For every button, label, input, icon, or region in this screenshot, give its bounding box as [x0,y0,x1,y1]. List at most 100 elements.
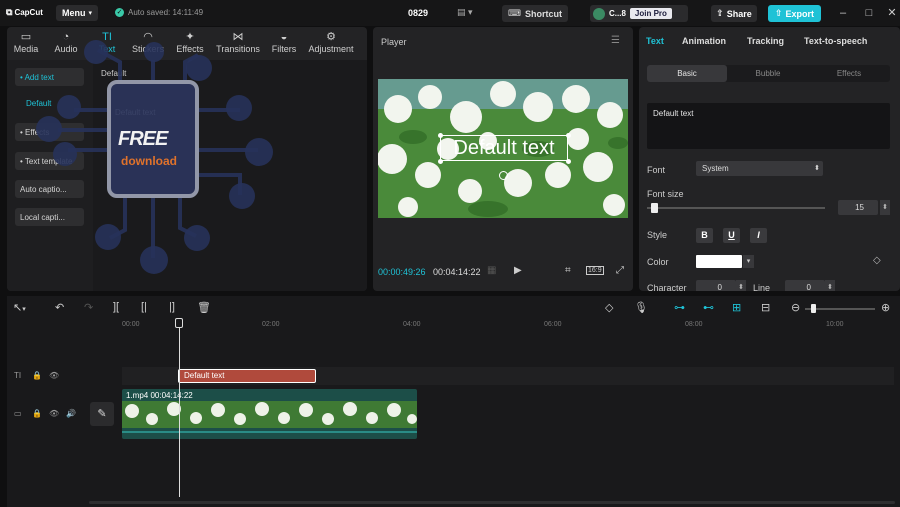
subtab-effects[interactable]: Effects [809,65,889,82]
font-size-slider[interactable] [647,207,825,209]
zoom-out-icon[interactable]: ⊖ [791,301,800,314]
edit-cover-icon[interactable]: ✎ [90,402,114,426]
microphone-icon[interactable]: 🎙 [634,301,648,314]
overlay-text-box[interactable]: Default text [440,135,568,161]
shortcut-button[interactable]: ⌨ Shortcut [502,5,568,22]
time-ruler[interactable]: 00:00 02:00 04:00 06:00 08:00 10:00 [122,321,892,332]
color-swatch[interactable] [696,255,742,268]
tab-animation[interactable]: Animation [682,36,726,46]
link-clips-icon[interactable]: ⊷ [703,301,714,314]
timeline-panel: ↖▾ ↶ ↷ ][ [| |] 🗑 ◇ 🎙 ⊶ ⊷ ⊞ ⊟ ⊖ ⊕ 00:00 … [7,296,900,507]
keyframe-diamond-icon[interactable]: ◇ [873,255,881,266]
undo-icon[interactable]: ↶ [55,301,64,314]
slider-handle[interactable] [651,203,658,213]
lock-icon[interactable]: 🔒 [32,409,42,418]
expand-icon[interactable]: ⤢ [616,265,624,276]
split-left-icon[interactable]: [| [141,301,147,313]
tab-text[interactable]: TI Text [87,27,127,56]
subtab-bubble[interactable]: Bubble [728,65,808,82]
color-label: Color [647,257,669,267]
close-icon[interactable]: ✕ [884,6,900,20]
tab-effects[interactable]: ✦ Effects [169,27,211,56]
title-bar: ⧉ CapCut Menu ▾ ✓ Auto saved: 14:11:49 0… [0,0,900,26]
zoom-handle[interactable] [811,304,816,313]
line-label: Line [753,283,771,291]
nav-add-text[interactable]: • Add text [15,68,84,86]
playhead[interactable] [179,324,180,497]
current-time: 00:00:49:26 [378,267,426,277]
sub-tabs: Basic Bubble Effects [647,65,890,82]
auto-caption-button[interactable]: Auto captio... [15,180,84,198]
tab-text[interactable]: Text [646,36,664,46]
adjustment-icon: ⚙ [326,31,336,43]
stepper-icon[interactable]: ⬍ [880,200,890,215]
media-icon: ▭ [20,31,32,43]
stepper-icon[interactable]: ⬍ [825,280,835,291]
tab-filters[interactable]: ◒ Filters [265,27,303,56]
maximize-icon[interactable]: □ [861,6,877,20]
account-button[interactable]: C...8 Join Pro [590,5,688,22]
select-pointer-icon[interactable]: ↖▾ [13,301,26,314]
check-circle-icon: ✓ [115,8,124,17]
underline-button[interactable]: U [723,228,740,243]
font-size-label: Font size [647,189,684,199]
style-label: Style [647,230,668,240]
lock-icon[interactable]: 🔒 [32,371,42,380]
tab-audio[interactable]: ◔ Audio [45,27,87,56]
split-icon[interactable]: ][ [113,301,119,313]
tab-stickers[interactable]: ◠ Stickers [127,27,169,56]
chevron-down-icon: ▾ [88,10,92,17]
local-caption-button[interactable]: Local capti... [15,208,84,226]
fullscreen-crop-icon[interactable]: ⌗ [565,265,571,276]
tab-transitions[interactable]: ⋈ Transitions [211,27,265,56]
tab-tracking[interactable]: Tracking [747,36,784,46]
export-button[interactable]: ⇧ Export [768,5,821,22]
video-preview[interactable]: Default text [378,79,628,218]
text-content-input[interactable]: Default text [647,103,890,149]
filters-icon: ◒ [280,31,288,43]
preview-axis-icon[interactable]: ⊞ [732,301,741,314]
rotate-handle-icon[interactable] [499,171,508,180]
properties-panel: Text Animation Tracking Text-to-speech B… [639,27,900,291]
nav-text-template[interactable]: • Text template [15,152,84,170]
zoom-in-icon[interactable]: ⊕ [881,301,890,314]
bold-button[interactable]: B [696,228,713,243]
stepper-icon[interactable]: ⬍ [736,280,746,291]
nav-default[interactable]: Default [26,99,51,108]
horizontal-scrollbar[interactable] [89,501,895,504]
subtab-basic[interactable]: Basic [647,65,727,82]
hamburger-icon[interactable]: ☰ [611,35,620,46]
character-spacing-input[interactable]: 0 [696,280,736,291]
italic-button[interactable]: I [750,228,767,243]
magic-marker-icon[interactable]: ◇ [605,301,613,314]
tab-text-to-speech[interactable]: Text-to-speech [804,36,867,46]
redo-icon: ↷ [84,302,94,314]
menu-button[interactable]: Menu ▾ [56,5,98,21]
playhead-handle[interactable] [175,318,183,328]
aspect-ratio-button[interactable]: 16:9 [586,266,604,275]
minimize-icon[interactable]: – [835,6,851,20]
font-select[interactable]: System ⬍ [696,161,823,176]
project-name[interactable]: 0829 [408,8,428,18]
tab-adjustment[interactable]: ⚙ Adjustment [303,27,359,56]
share-button[interactable]: ⇪ Share [711,5,757,22]
join-pro-button[interactable]: Join Pro [629,8,672,19]
speaker-icon[interactable]: 🔊 [66,409,76,418]
link-main-track-icon[interactable]: ⊶ [674,301,685,314]
delete-icon[interactable]: 🗑 [197,301,211,314]
font-label: Font [647,165,666,175]
tab-media[interactable]: ▭ Media [7,27,45,56]
nav-effects[interactable]: • Effects [15,123,84,141]
eye-icon[interactable]: 👁 [49,409,59,418]
split-screen-icon[interactable]: ⊟ [761,301,770,314]
video-clip[interactable]: 1.mp4 00:04:14:22 [122,389,417,439]
split-right-icon[interactable]: |] [169,301,175,313]
eye-icon[interactable]: 👁 [49,371,59,380]
timecode-grid-icon: ▦ [487,265,497,276]
chevron-down-icon[interactable]: ▾ [743,255,754,268]
play-icon[interactable]: ▶ [514,265,522,276]
line-spacing-input[interactable]: 0 [785,280,825,291]
text-clip[interactable]: Default text [178,369,316,383]
layout-icon[interactable]: ▤ ▾ [457,7,477,19]
font-size-input[interactable]: 15 [838,200,878,215]
